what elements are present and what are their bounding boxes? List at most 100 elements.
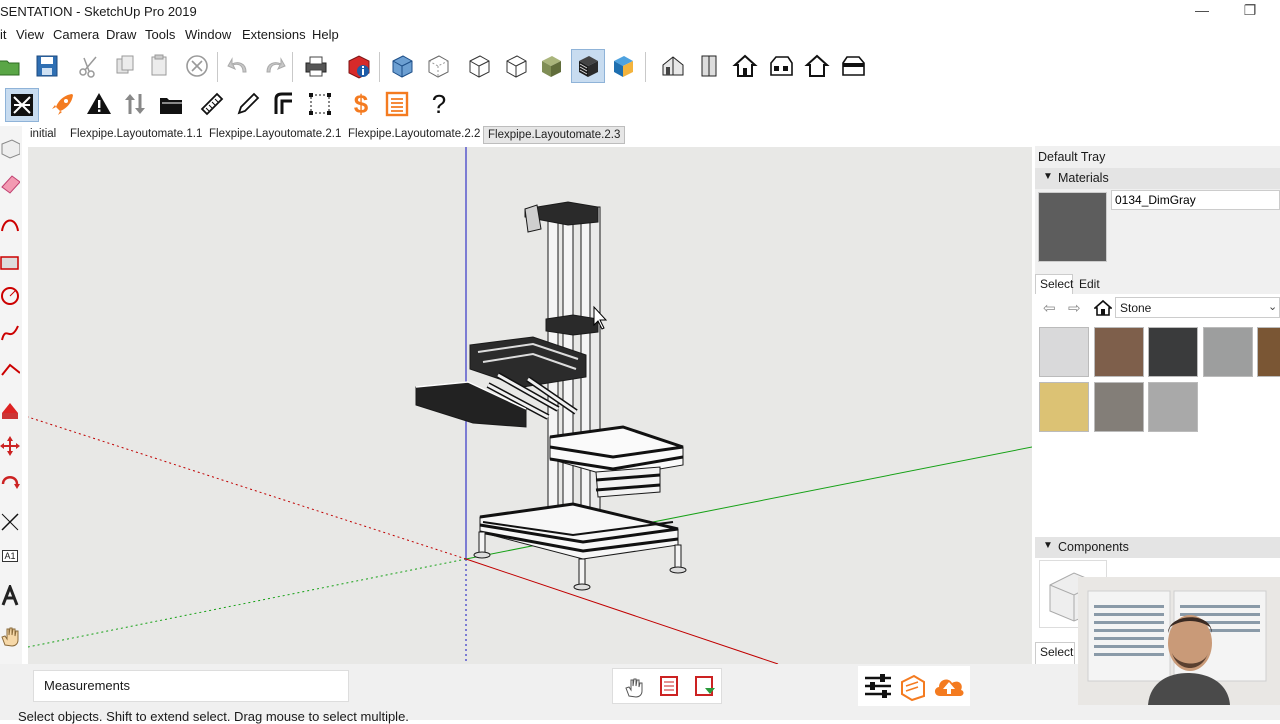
left-view-button[interactable] (837, 50, 869, 82)
pipe-path-icon (274, 92, 292, 114)
report-icon[interactable] (658, 674, 682, 698)
menu-view[interactable]: View (16, 27, 44, 42)
paste-button[interactable] (143, 50, 175, 82)
current-material-swatch[interactable] (1038, 192, 1107, 262)
back-edges-style-button[interactable] (422, 50, 454, 82)
scene-tabs: initial Flexpipe.Layoutomate.1.1 Flexpip… (0, 124, 1032, 146)
cut-button[interactable] (73, 50, 105, 82)
menu-window[interactable]: Window (185, 27, 231, 42)
pencil-tool-button[interactable] (232, 88, 264, 120)
menu-extensions[interactable]: Extensions (242, 27, 306, 42)
webcam-overlay (1078, 577, 1280, 705)
wireframe-style-button[interactable] (463, 50, 495, 82)
layout-document-icon[interactable] (898, 672, 928, 702)
back-arrow-icon[interactable]: ⇦ (1043, 299, 1056, 317)
undo-button[interactable] (223, 50, 255, 82)
erase-button[interactable] (181, 50, 213, 82)
arc-tool[interactable] (0, 212, 20, 236)
eraser-tool[interactable] (0, 171, 20, 195)
right-house-icon (770, 56, 793, 76)
model-info-button[interactable] (342, 50, 374, 82)
front-view-button[interactable] (729, 50, 761, 82)
menu-tools[interactable]: Tools (145, 27, 175, 42)
menu-edit[interactable]: it (0, 27, 7, 42)
polygon-tool[interactable] (0, 358, 20, 382)
parts-list-button[interactable] (381, 88, 413, 120)
scene-tab-2-1[interactable]: Flexpipe.Layoutomate.2.1 (205, 126, 345, 144)
rotate-tool[interactable] (0, 471, 20, 495)
material-swatch-brown-granite[interactable] (1093, 327, 1144, 377)
layoutomate-status-icons (858, 666, 970, 706)
tab-select[interactable]: Select (1035, 274, 1073, 294)
3d-text-tool[interactable] (0, 584, 20, 608)
material-library-select[interactable]: Stone ⌄ (1115, 297, 1280, 318)
pricing-button[interactable]: $ (345, 88, 377, 120)
text-tool[interactable]: A1 (0, 544, 20, 568)
circle-tool[interactable] (0, 284, 20, 308)
status-icons-group (612, 668, 722, 704)
push-pull-tool[interactable] (0, 398, 20, 422)
top-view-button[interactable] (693, 50, 725, 82)
scene-tab-initial[interactable]: initial (26, 126, 60, 144)
copy-button[interactable] (109, 50, 141, 82)
material-swatch-sandstone[interactable] (1039, 381, 1089, 432)
monochrome-style-button[interactable] (607, 50, 639, 82)
menu-help[interactable]: Help (312, 27, 339, 42)
bounding-box-button[interactable] (304, 88, 336, 120)
components-panel-header[interactable]: ▼ Components (1035, 537, 1280, 558)
help-button[interactable]: ? (423, 88, 455, 120)
select-tool[interactable] (0, 136, 20, 160)
material-name-field[interactable] (1111, 190, 1280, 210)
material-swatch-white-marble[interactable] (1039, 327, 1089, 377)
xray-style-button[interactable] (386, 50, 418, 82)
print-button[interactable] (300, 50, 332, 82)
material-swatch-mottled-gray[interactable] (1093, 381, 1144, 432)
material-swatch-dark-granite[interactable] (1148, 327, 1198, 377)
rectangle-tool[interactable] (0, 250, 20, 274)
redo-button[interactable] (258, 50, 290, 82)
materials-panel-header[interactable]: ▼ Materials (1035, 168, 1280, 189)
cloud-upload-icon[interactable] (932, 672, 966, 700)
path-tool-button[interactable] (268, 88, 300, 120)
material-swatch-gray-granite[interactable] (1202, 327, 1253, 377)
folder-button[interactable] (155, 88, 187, 120)
hidden-line-style-button[interactable] (500, 50, 532, 82)
pan-tool[interactable] (0, 624, 20, 648)
iso-view-button[interactable] (657, 50, 689, 82)
home-icon[interactable] (1094, 299, 1112, 317)
select-tool-button[interactable] (5, 88, 39, 122)
model-viewport[interactable] (28, 147, 1032, 664)
tape-measure-tool[interactable] (0, 509, 20, 533)
swap-button[interactable] (119, 88, 151, 120)
export-report-icon[interactable] (693, 674, 717, 698)
collapse-triangle-icon: ▼ (1043, 171, 1053, 182)
hand-drag-icon[interactable] (623, 676, 645, 698)
forward-arrow-icon[interactable]: ⇨ (1068, 299, 1081, 317)
material-swatch-light-gray-granite[interactable] (1148, 381, 1198, 432)
move-tool[interactable] (0, 434, 20, 458)
freehand-tool[interactable] (0, 321, 20, 345)
question-icon: ? (431, 88, 447, 119)
sliders-icon[interactable] (862, 670, 894, 702)
right-view-button[interactable] (765, 50, 797, 82)
back-view-button[interactable] (801, 50, 833, 82)
menu-draw[interactable]: Draw (106, 27, 136, 42)
tab-edit[interactable]: Edit (1079, 277, 1100, 291)
restore-button[interactable]: ❐ (1230, 2, 1270, 22)
open-folder-black-icon (160, 98, 182, 114)
components-tab-select[interactable]: Select (1035, 642, 1075, 664)
minimize-button[interactable]: — (1182, 2, 1222, 22)
measure-tool-button[interactable] (196, 88, 228, 120)
scene-tab-2-3[interactable]: Flexpipe.Layoutomate.2.3 (483, 126, 626, 144)
menu-camera[interactable]: Camera (53, 27, 99, 42)
save-button[interactable] (31, 50, 63, 82)
warnings-button[interactable] (83, 88, 115, 120)
material-swatch-brown-stone[interactable] (1257, 327, 1280, 377)
open-button[interactable] (0, 50, 26, 82)
material-swatch-grid (1039, 327, 1280, 437)
scene-tab-1-1[interactable]: Flexpipe.Layoutomate.1.1 (66, 126, 206, 144)
shaded-textures-style-button[interactable] (571, 49, 605, 83)
shaded-style-button[interactable] (535, 50, 567, 82)
launch-button[interactable] (47, 88, 79, 120)
scene-tab-2-2[interactable]: Flexpipe.Layoutomate.2.2 (344, 126, 484, 144)
